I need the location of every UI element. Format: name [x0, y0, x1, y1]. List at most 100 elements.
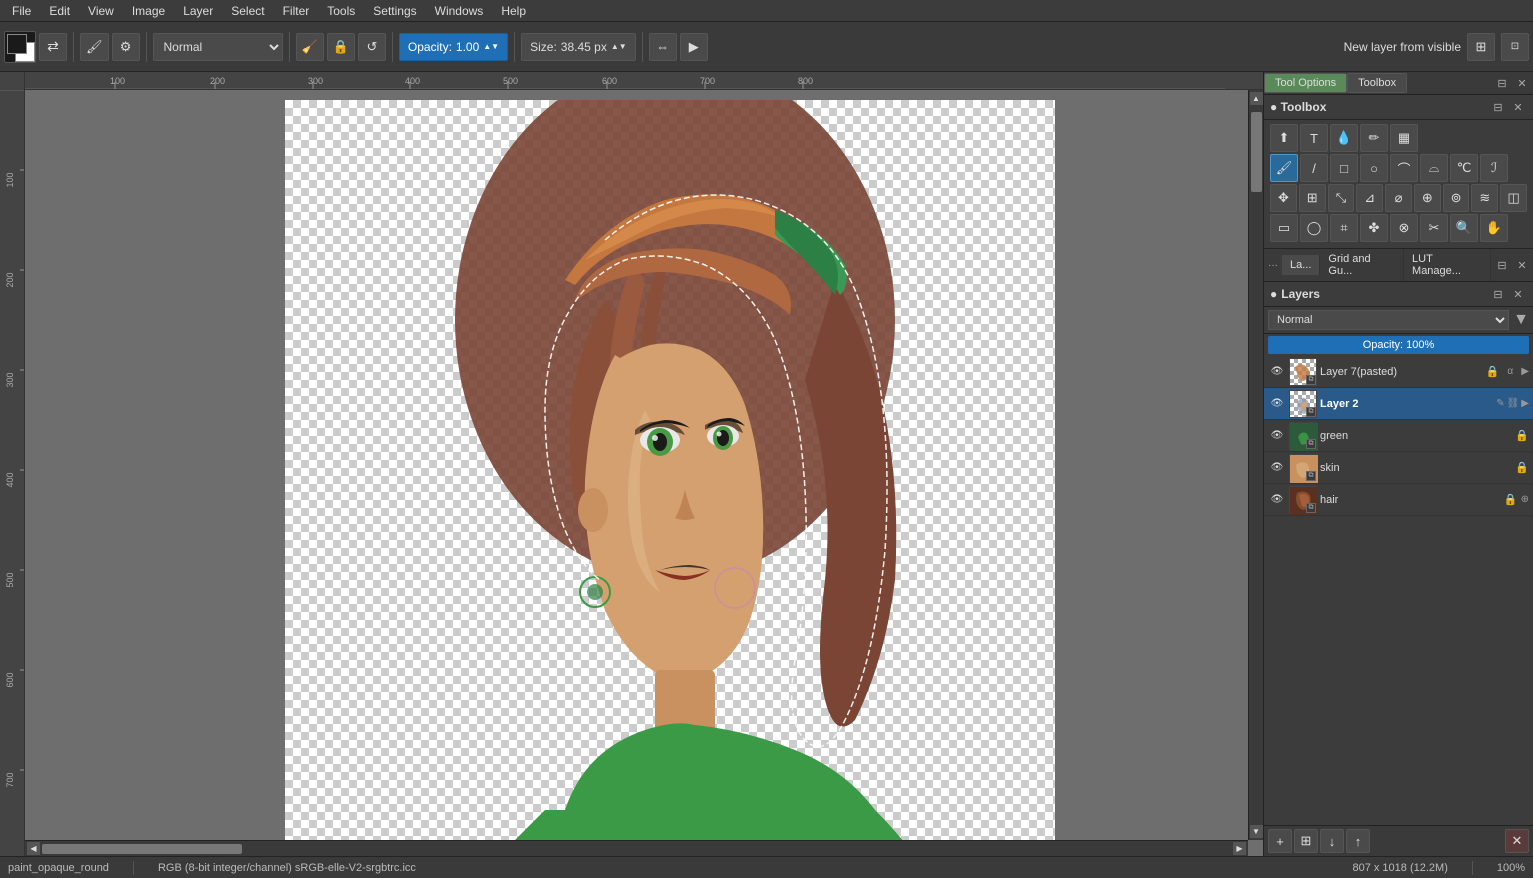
tool-move[interactable]: ✥ — [1270, 184, 1297, 212]
reset-tool[interactable]: ↺ — [358, 33, 386, 61]
layer-chain-1[interactable]: ⛓ — [1507, 398, 1520, 409]
tool-options-toggle[interactable]: ⚙ — [112, 33, 140, 61]
tool-shear[interactable]: ⊿ — [1356, 184, 1383, 212]
layers-detach[interactable]: ⊟ — [1493, 256, 1511, 274]
vertical-scrollbar[interactable]: ▲ ▼ — [1248, 90, 1263, 840]
tool-fuzzy-select[interactable]: ✤ — [1360, 214, 1388, 242]
toolbox-detach[interactable]: ⊟ — [1489, 98, 1507, 116]
scroll-left-button[interactable]: ◀ — [27, 842, 40, 855]
toolbox-close[interactable]: ✕ — [1509, 98, 1527, 116]
scroll-thumb-v[interactable] — [1251, 112, 1262, 192]
tool-line[interactable]: / — [1300, 154, 1328, 182]
menu-view[interactable]: View — [80, 2, 122, 20]
tool-text[interactable]: T — [1300, 124, 1328, 152]
layer-item-3[interactable]: 👁 ⧉ skin 🔒 — [1264, 452, 1533, 484]
layer-item-0[interactable]: 👁 ⧉ Layer 7(pasted) 🔒 α ▶ — [1264, 356, 1533, 388]
tool-zoom[interactable]: 🔍 — [1450, 214, 1478, 242]
tool-scissors[interactable]: ✂ — [1420, 214, 1448, 242]
layer-opacity-bar[interactable]: Opacity: 100% — [1268, 336, 1529, 354]
flip-v[interactable]: ▶ — [680, 33, 708, 61]
layer-item-4[interactable]: 👁 ⧉ hair 🔒 ⊕ — [1264, 484, 1533, 516]
layer-eye-2[interactable]: 👁 — [1268, 427, 1286, 445]
layers-panel-close2[interactable]: ✕ — [1509, 285, 1527, 303]
new-layer-button[interactable]: ⊞ — [1467, 33, 1495, 61]
layer-lock-2[interactable]: 🔒 — [1515, 429, 1529, 442]
layer-lock-4[interactable]: 🔒 — [1504, 493, 1518, 506]
blend-mode-select[interactable]: Normal — [153, 33, 283, 61]
tool-paintbrush[interactable]: 🖌 — [1270, 154, 1298, 182]
menu-layer[interactable]: Layer — [175, 2, 221, 20]
scroll-right-button[interactable]: ▶ — [1233, 842, 1246, 855]
tab-grid[interactable]: Grid and Gu... — [1320, 249, 1404, 281]
tool-bezier[interactable]: ⌓ — [1420, 154, 1448, 182]
tool-clone[interactable]: ⊚ — [1443, 184, 1470, 212]
layer-lock-3[interactable]: 🔒 — [1515, 461, 1529, 474]
layers-close[interactable]: ✕ — [1513, 256, 1531, 274]
menu-tools[interactable]: Tools — [319, 2, 363, 20]
paint-eraser[interactable]: 🧹 — [296, 33, 324, 61]
layers-panel-detach2[interactable]: ⊟ — [1489, 285, 1507, 303]
tool-presets[interactable]: 🖌 — [80, 33, 109, 61]
layer-down-btn[interactable]: ↓ — [1320, 829, 1344, 853]
menu-settings[interactable]: Settings — [365, 2, 424, 20]
tool-hatch[interactable]: ▦ — [1390, 124, 1418, 152]
scroll-down-button[interactable]: ▼ — [1250, 825, 1263, 838]
layer-up-btn[interactable]: ↑ — [1346, 829, 1370, 853]
tool-smudge[interactable]: ≋ — [1471, 184, 1498, 212]
lock-alpha[interactable]: 🔒 — [327, 33, 355, 61]
tab-tool-options[interactable]: Tool Options — [1264, 73, 1347, 93]
tab-layers[interactable]: La... — [1282, 255, 1320, 275]
new-group-btn[interactable]: ⊞ — [1294, 829, 1318, 853]
panel-detach[interactable]: ⊟ — [1493, 74, 1511, 92]
tool-ellipse-draw[interactable]: ○ — [1360, 154, 1388, 182]
scroll-up-button[interactable]: ▲ — [1250, 92, 1263, 105]
opacity-stepper[interactable]: ▲▼ — [483, 42, 499, 51]
horizontal-scrollbar[interactable]: ◀ ▶ — [25, 840, 1248, 856]
menu-select[interactable]: Select — [223, 2, 272, 20]
layer-mode-expand[interactable]: ▼ — [1513, 311, 1529, 329]
layer-expand-0[interactable]: ▶ — [1521, 366, 1529, 377]
tool-arrow[interactable]: ⬆ — [1270, 124, 1298, 152]
tool-scale[interactable]: ⤡ — [1328, 184, 1355, 212]
layer-expand-1[interactable]: ▶ — [1521, 398, 1529, 409]
toolbar-expand[interactable]: ⊡ — [1501, 33, 1529, 61]
new-layer-btn[interactable]: + — [1268, 829, 1292, 853]
tab-lut[interactable]: LUT Manage... — [1404, 249, 1491, 281]
menu-windows[interactable]: Windows — [427, 2, 492, 20]
tool-calligraphy[interactable]: ℃ — [1450, 154, 1478, 182]
layer-eye-0[interactable]: 👁 — [1268, 363, 1286, 381]
tool-free-select[interactable]: ⌗ — [1330, 214, 1358, 242]
layer-eye-3[interactable]: 👁 — [1268, 459, 1286, 477]
layer-eye-4[interactable]: 👁 — [1268, 491, 1286, 509]
tool-color-select[interactable]: ⊗ — [1390, 214, 1418, 242]
size-stepper[interactable]: ▲▼ — [611, 42, 627, 51]
foreground-color[interactable] — [4, 31, 36, 63]
scroll-thumb-h[interactable] — [42, 844, 242, 854]
layer-eye-1[interactable]: 👁 — [1268, 395, 1286, 413]
layer-extra-4[interactable]: ⊕ — [1521, 494, 1529, 505]
tool-erase[interactable]: ◫ — [1500, 184, 1527, 212]
tool-ellipse-select[interactable]: ◯ — [1300, 214, 1328, 242]
tool-rect-draw[interactable]: □ — [1330, 154, 1358, 182]
flip-h[interactable]: ⇔ — [649, 33, 677, 61]
menu-edit[interactable]: Edit — [41, 2, 78, 20]
tool-align[interactable]: ⊞ — [1299, 184, 1326, 212]
layer-lock-0[interactable]: 🔒 — [1486, 365, 1500, 378]
tool-warp[interactable]: ⌀ — [1385, 184, 1412, 212]
tool-hand[interactable]: ✋ — [1480, 214, 1508, 242]
swap-colors[interactable]: ⇄ — [39, 33, 67, 61]
panel-close[interactable]: ✕ — [1513, 74, 1531, 92]
menu-filter[interactable]: Filter — [275, 2, 318, 20]
tab-toolbox[interactable]: Toolbox — [1347, 73, 1407, 93]
tool-free-path[interactable]: ⌒ — [1390, 154, 1418, 182]
tool-inking[interactable]: ℐ — [1480, 154, 1508, 182]
layer-item-2[interactable]: 👁 ⧉ green 🔒 — [1264, 420, 1533, 452]
layer-edit-1[interactable]: ✎ — [1496, 398, 1504, 409]
size-control[interactable]: Size: 38.45 px ▲▼ — [521, 33, 636, 61]
menu-file[interactable]: File — [4, 2, 39, 20]
tool-pencil[interactable]: ✏ — [1360, 124, 1388, 152]
delete-layer-btn[interactable]: ✕ — [1505, 829, 1529, 853]
opacity-control[interactable]: Opacity: 1.00 ▲▼ — [399, 33, 508, 61]
menu-image[interactable]: Image — [124, 2, 173, 20]
layer-item-1[interactable]: 👁 ⧉ Layer 2 ✎ ⛓ ▶ — [1264, 388, 1533, 420]
